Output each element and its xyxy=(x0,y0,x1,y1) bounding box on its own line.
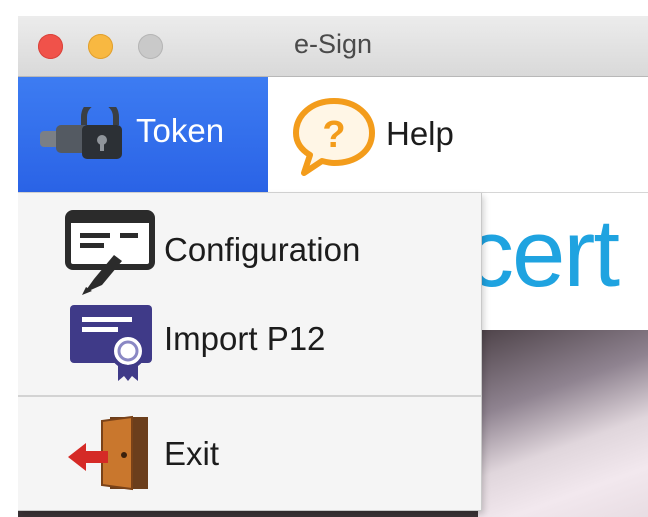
menu-token[interactable]: Token xyxy=(18,77,268,192)
token-dropdown-menu: Configuration Import P12 Exit xyxy=(18,193,482,511)
menu-bar: Token ? Help xyxy=(18,77,648,193)
exit-door-icon xyxy=(66,415,156,496)
menu-token-label: Token xyxy=(136,112,225,149)
menu-help-label: Help xyxy=(386,115,454,152)
configuration-icon xyxy=(64,209,156,302)
window-title: e-Sign xyxy=(293,29,373,59)
usb-token-icon xyxy=(40,98,126,168)
svg-text:?: ? xyxy=(322,114,345,156)
menu-item-exit-label: Exit xyxy=(164,435,220,472)
app-window: e-Sign Token ? Help cert Configuration I… xyxy=(18,16,648,517)
menu-item-exit[interactable]: Exit xyxy=(18,415,481,495)
menu-help[interactable]: ? Help xyxy=(268,77,498,192)
background-photo xyxy=(473,330,648,517)
menu-item-import-p12-label: Import P12 xyxy=(164,320,326,357)
brand-logo-text: cert xyxy=(466,200,620,307)
certificate-icon xyxy=(68,303,154,388)
menu-item-configuration[interactable]: Configuration xyxy=(18,207,481,303)
menu-item-import-p12[interactable]: Import P12 xyxy=(18,303,481,383)
menu-separator xyxy=(18,395,481,397)
title-bar: e-Sign xyxy=(18,16,648,77)
help-speech-bubble-icon: ? xyxy=(290,97,378,182)
menu-item-configuration-label: Configuration xyxy=(164,231,361,268)
